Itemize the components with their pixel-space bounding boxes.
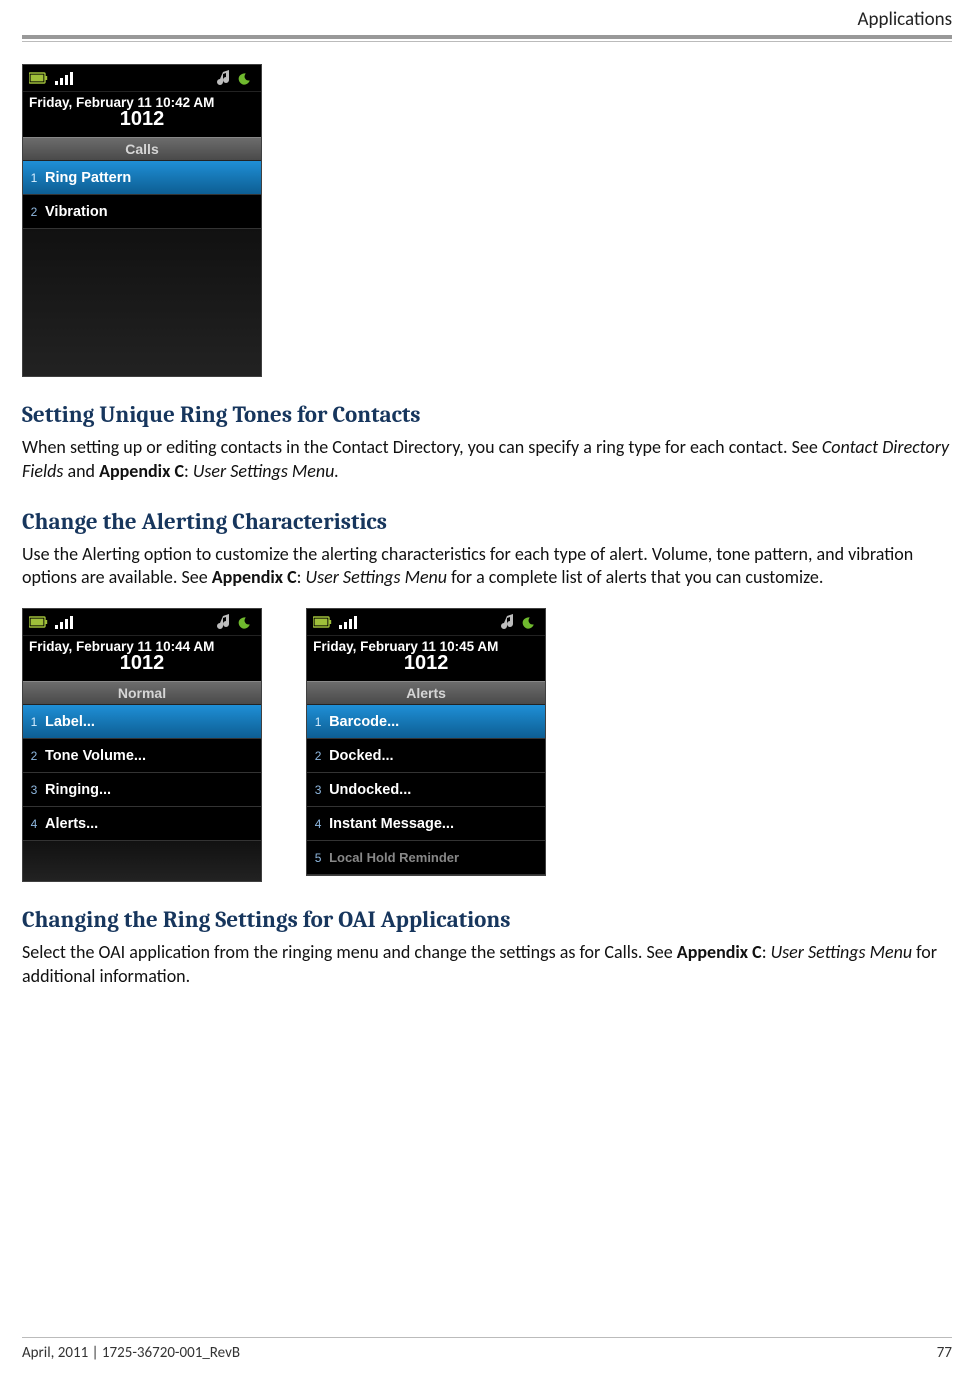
- text-bold: Appendix C: [677, 941, 762, 963]
- phone-screenshot-alerts: Friday, February 11 10:45 AM1012Alerts1B…: [306, 608, 546, 876]
- phone-statusbar: [23, 609, 261, 635]
- text-bold: Appendix C: [99, 460, 184, 482]
- phone-menu-item[interactable]: 2Vibration: [23, 195, 261, 229]
- music-note-icon: [217, 70, 231, 86]
- phone-section-header: Normal: [23, 681, 261, 705]
- phone-handset-icon: [237, 614, 255, 630]
- heading-oai: Changing the Ring Settings for OAI Appli…: [22, 906, 952, 933]
- phone-menu-item-label: Local Hold Reminder: [329, 850, 459, 865]
- phone-menu-item-number: 5: [307, 851, 329, 865]
- paragraph-alerting: Use the Alerting option to customize the…: [22, 543, 952, 591]
- page-header-section: Applications: [22, 0, 952, 35]
- battery-icon: [313, 616, 333, 628]
- text: and: [63, 460, 99, 482]
- phone-menu-item-number: 3: [23, 783, 45, 797]
- phone-menu-item[interactable]: 1Label...: [23, 705, 261, 739]
- phone-empty-area: [23, 841, 261, 881]
- text-italic: User Settings Menu: [771, 941, 913, 963]
- paragraph-ring-tones: When setting up or editing contacts in t…: [22, 436, 952, 484]
- phone-screenshot-calls: Friday, February 11 10:42 AM1012Calls1Ri…: [22, 64, 262, 377]
- phone-menu-item[interactable]: 3Undocked...: [307, 773, 545, 807]
- footer-left: April, 2011 | 1725-36720-001_RevB: [22, 1344, 240, 1362]
- header-rule-thin: [22, 41, 952, 42]
- text: for a complete list of alerts that you c…: [447, 566, 823, 588]
- phone-statusbar: [23, 65, 261, 91]
- text-italic: User Settings Menu.: [193, 460, 339, 482]
- signal-icon: [55, 615, 73, 629]
- phone-menu-item-label: Tone Volume...: [45, 748, 146, 764]
- signal-icon: [339, 615, 357, 629]
- phone-menu-item[interactable]: 4Alerts...: [23, 807, 261, 841]
- phone-menu-item-number: 4: [307, 817, 329, 831]
- phone-menu-item-number: 2: [23, 205, 45, 219]
- text: :: [184, 460, 193, 482]
- phone-menu-item[interactable]: 3Ringing...: [23, 773, 261, 807]
- phone-menu-list: 1Barcode...2Docked...3Undocked...4Instan…: [307, 705, 545, 875]
- phone-section-header: Calls: [23, 137, 261, 161]
- phone-extension: 1012: [29, 652, 255, 675]
- phone-datetime-bar: Friday, February 11 10:42 AM1012: [23, 91, 261, 137]
- paragraph-oai: Select the OAI application from the ring…: [22, 941, 952, 989]
- heading-alerting: Change the Alerting Characteristics: [22, 508, 952, 535]
- phone-menu-item-number: 3: [307, 783, 329, 797]
- phone-statusbar: [307, 609, 545, 635]
- battery-icon: [29, 616, 49, 628]
- text-bold: Appendix C: [212, 566, 297, 588]
- phone-extension: 1012: [313, 652, 539, 675]
- phone-menu-item[interactable]: 2Docked...: [307, 739, 545, 773]
- music-note-icon: [501, 614, 515, 630]
- phone-menu-item-number: 2: [23, 749, 45, 763]
- text-italic: User Settings Menu: [306, 566, 448, 588]
- heading-ring-tones: Setting Unique Ring Tones for Contacts: [22, 401, 952, 428]
- text: When setting up or editing contacts in t…: [22, 436, 822, 458]
- footer-rule: [22, 1337, 952, 1338]
- phone-menu-item-number: 1: [23, 171, 45, 185]
- text: Select the OAI application from the ring…: [22, 941, 677, 963]
- phone-menu-item-label: Barcode...: [329, 714, 399, 730]
- phone-menu-item[interactable]: 1Barcode...: [307, 705, 545, 739]
- phone-screenshot-normal: Friday, February 11 10:44 AM1012Normal1L…: [22, 608, 262, 882]
- phone-menu-item-label: Label...: [45, 714, 95, 730]
- phone-menu-item-label: Docked...: [329, 748, 393, 764]
- phone-menu-item-number: 1: [307, 715, 329, 729]
- phone-empty-area: [23, 229, 261, 376]
- phone-handset-icon: [521, 614, 539, 630]
- text: :: [297, 566, 306, 588]
- phone-handset-icon: [237, 70, 255, 86]
- phone-menu-item-number: 1: [23, 715, 45, 729]
- phone-menu-item[interactable]: 5Local Hold Reminder: [307, 841, 545, 875]
- phone-section-header: Alerts: [307, 681, 545, 705]
- phone-menu-item[interactable]: 4Instant Message...: [307, 807, 545, 841]
- phone-menu-item-label: Ring Pattern: [45, 170, 131, 186]
- phone-menu-item-number: 2: [307, 749, 329, 763]
- phone-menu-item-label: Undocked...: [329, 782, 411, 798]
- phone-menu-item-label: Instant Message...: [329, 816, 454, 832]
- page-footer: April, 2011 | 1725-36720-001_RevB 77: [22, 1337, 952, 1362]
- signal-icon: [55, 71, 73, 85]
- phone-menu-item[interactable]: 2Tone Volume...: [23, 739, 261, 773]
- phone-datetime-bar: Friday, February 11 10:44 AM1012: [23, 635, 261, 681]
- music-note-icon: [217, 614, 231, 630]
- phone-datetime-bar: Friday, February 11 10:45 AM1012: [307, 635, 545, 681]
- phone-menu-item-number: 4: [23, 817, 45, 831]
- footer-page-number: 77: [937, 1344, 952, 1362]
- phone-menu-item-label: Vibration: [45, 204, 108, 220]
- phone-menu-list: 1Ring Pattern2Vibration: [23, 161, 261, 229]
- phone-menu-item[interactable]: 1Ring Pattern: [23, 161, 261, 195]
- phone-extension: 1012: [29, 108, 255, 131]
- header-rule-thick: [22, 35, 952, 39]
- text: :: [762, 941, 771, 963]
- phone-menu-list: 1Label...2Tone Volume...3Ringing...4Aler…: [23, 705, 261, 841]
- battery-icon: [29, 72, 49, 84]
- phone-menu-item-label: Ringing...: [45, 782, 111, 798]
- phone-menu-item-label: Alerts...: [45, 816, 98, 832]
